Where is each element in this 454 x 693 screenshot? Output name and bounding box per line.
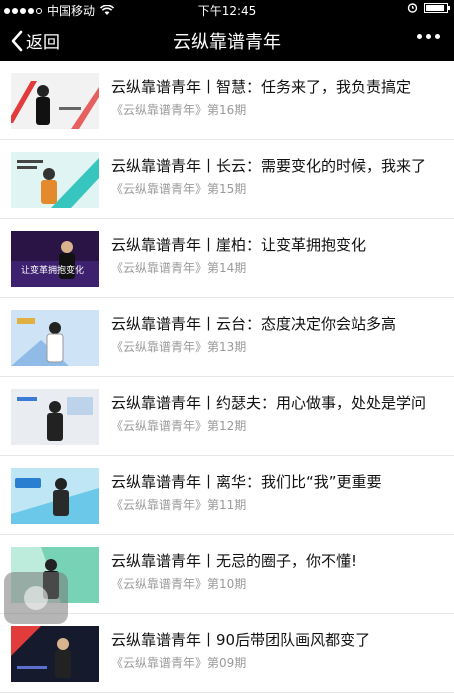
article-item[interactable]: 云纵靠谱青年丨90后带团队画风都变了《云纵靠谱青年》第09期 bbox=[0, 614, 454, 693]
article-title: 云纵靠谱青年丨崖柏：让变革拥抱变化 bbox=[111, 236, 367, 254]
article-title: 云纵靠谱青年丨90后带团队画风都变了 bbox=[111, 631, 371, 649]
article-thumbnail bbox=[11, 468, 99, 524]
article-issue: 《云纵靠谱青年》第14期 bbox=[111, 261, 247, 275]
more-options-button[interactable] bbox=[417, 34, 440, 39]
navigation-bar: 返回 云纵靠谱青年 bbox=[0, 19, 454, 61]
article-issue: 《云纵靠谱青年》第09期 bbox=[111, 656, 247, 670]
assistive-touch-icon bbox=[24, 586, 48, 610]
article-list: 云纵靠谱青年丨智慧：任务来了，我负责搞定《云纵靠谱青年》第16期云纵靠谱青年丨长… bbox=[0, 61, 454, 693]
article-thumbnail bbox=[11, 626, 99, 682]
article-title: 云纵靠谱青年丨云台：态度决定你会站多高 bbox=[111, 315, 397, 333]
article-thumbnail: 让变革拥抱变化 bbox=[11, 231, 99, 287]
article-item[interactable]: 云纵靠谱青年丨智慧：任务来了，我负责搞定《云纵靠谱青年》第16期 bbox=[0, 61, 454, 140]
article-issue: 《云纵靠谱青年》第16期 bbox=[111, 103, 247, 117]
article-item[interactable]: 云纵靠谱青年丨约瑟夫：用心做事，处处是学问《云纵靠谱青年》第12期 bbox=[0, 377, 454, 456]
article-thumbnail bbox=[11, 73, 99, 129]
article-thumbnail bbox=[11, 310, 99, 366]
article-item[interactable]: 云纵靠谱青年丨离华：我们比“我”更重要《云纵靠谱青年》第11期 bbox=[0, 456, 454, 535]
status-time: 下午12:45 bbox=[197, 4, 257, 18]
article-issue: 《云纵靠谱青年》第13期 bbox=[111, 340, 247, 354]
more-dots-icon bbox=[417, 34, 422, 39]
floating-assistive-button[interactable] bbox=[4, 572, 68, 624]
article-issue: 《云纵靠谱青年》第10期 bbox=[111, 577, 247, 591]
battery-icon bbox=[424, 2, 450, 13]
article-item[interactable]: 云纵靠谱青年丨云台：态度决定你会站多高《云纵靠谱青年》第13期 bbox=[0, 298, 454, 377]
article-title: 云纵靠谱青年丨离华：我们比“我”更重要 bbox=[111, 473, 382, 491]
article-title: 云纵靠谱青年丨长云：需要变化的时候，我来了 bbox=[111, 157, 427, 175]
article-thumbnail bbox=[11, 389, 99, 445]
article-item[interactable]: 云纵靠谱青年丨长云：需要变化的时候，我来了《云纵靠谱青年》第15期 bbox=[0, 140, 454, 219]
article-item[interactable]: 云纵靠谱青年丨无忌的圈子，你不懂! 《云纵靠谱青年》第10期 bbox=[0, 535, 454, 614]
article-issue: 《云纵靠谱青年》第15期 bbox=[111, 182, 247, 196]
article-issue: 《云纵靠谱青年》第11期 bbox=[111, 498, 247, 512]
article-title: 云纵靠谱青年丨约瑟夫：用心做事，处处是学问 bbox=[111, 394, 427, 412]
status-bar: 中国移动 下午12:45 bbox=[0, 0, 454, 19]
page-title: 云纵靠谱青年 bbox=[173, 32, 281, 53]
article-title: 云纵靠谱青年丨无忌的圈子，你不懂! bbox=[111, 552, 358, 570]
article-item[interactable]: 让变革拥抱变化 云纵靠谱青年丨崖柏：让变革拥抱变化《云纵靠谱青年》第14期 bbox=[0, 219, 454, 298]
article-issue: 《云纵靠谱青年》第12期 bbox=[111, 419, 247, 433]
article-title: 云纵靠谱青年丨智慧：任务来了，我负责搞定 bbox=[111, 78, 412, 96]
alarm-icon bbox=[407, 3, 418, 13]
thumbnail-caption: 让变革拥抱变化 bbox=[21, 266, 85, 276]
article-thumbnail bbox=[11, 152, 99, 208]
